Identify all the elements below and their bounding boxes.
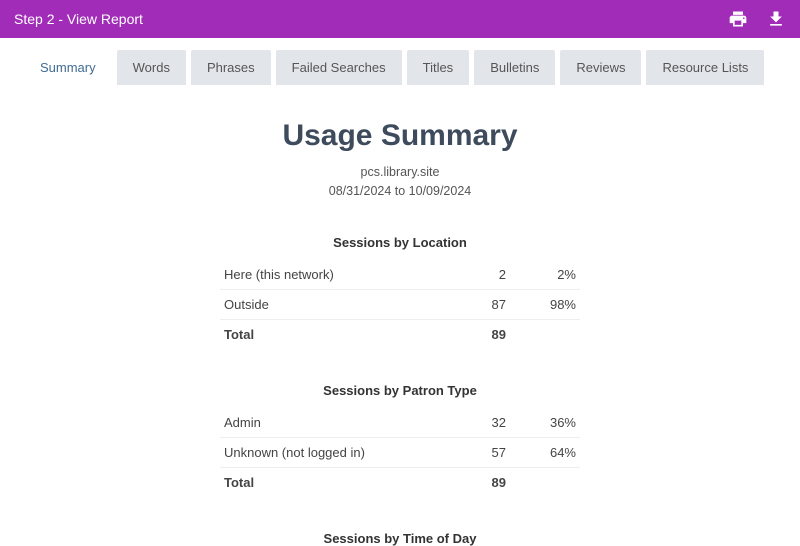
table-row: Unknown (not logged in) 57 64% — [220, 437, 580, 467]
section-title-patron: Sessions by Patron Type — [0, 383, 800, 398]
row-count: 87 — [440, 289, 510, 319]
tab-failed-searches[interactable]: Failed Searches — [276, 50, 402, 85]
tab-bar: Summary Words Phrases Failed Searches Ti… — [0, 38, 800, 85]
row-label: Outside — [220, 289, 440, 319]
section-title-location: Sessions by Location — [0, 235, 800, 250]
row-count: 57 — [440, 437, 510, 467]
tab-titles[interactable]: Titles — [407, 50, 470, 85]
tab-bulletins[interactable]: Bulletins — [474, 50, 555, 85]
row-label: Unknown (not logged in) — [220, 437, 440, 467]
header-title: Step 2 - View Report — [14, 11, 728, 27]
row-pct: 64% — [510, 437, 580, 467]
row-pct: 2% — [510, 260, 580, 290]
tab-phrases[interactable]: Phrases — [191, 50, 271, 85]
report-header: Step 2 - View Report — [0, 0, 800, 38]
row-count: 2 — [440, 260, 510, 290]
date-range: 08/31/2024 to 10/09/2024 — [0, 182, 800, 201]
tab-summary[interactable]: Summary — [24, 50, 112, 85]
total-count: 89 — [440, 319, 510, 349]
table-row: Here (this network) 2 2% — [220, 260, 580, 290]
page-title: Usage Summary — [0, 119, 800, 153]
row-count: 32 — [440, 408, 510, 438]
tab-words[interactable]: Words — [117, 50, 186, 85]
row-label: Admin — [220, 408, 440, 438]
header-actions — [728, 9, 786, 29]
table-row: Admin 32 36% — [220, 408, 580, 438]
site-name: pcs.library.site — [0, 163, 800, 182]
table-total-row: Total 89 — [220, 467, 580, 497]
total-pct — [510, 319, 580, 349]
print-icon[interactable] — [728, 9, 748, 29]
row-pct: 36% — [510, 408, 580, 438]
tab-reviews[interactable]: Reviews — [560, 50, 641, 85]
section-title-time: Sessions by Time of Day — [0, 531, 800, 546]
table-row: Outside 87 98% — [220, 289, 580, 319]
total-label: Total — [220, 467, 440, 497]
row-label: Here (this network) — [220, 260, 440, 290]
total-label: Total — [220, 319, 440, 349]
table-total-row: Total 89 — [220, 319, 580, 349]
tab-resource-lists[interactable]: Resource Lists — [646, 50, 764, 85]
sessions-by-location-table: Here (this network) 2 2% Outside 87 98% … — [220, 260, 580, 349]
download-icon[interactable] — [766, 9, 786, 29]
total-pct — [510, 467, 580, 497]
report-content: Usage Summary pcs.library.site 08/31/202… — [0, 85, 800, 546]
sessions-by-patron-table: Admin 32 36% Unknown (not logged in) 57 … — [220, 408, 580, 497]
total-count: 89 — [440, 467, 510, 497]
row-pct: 98% — [510, 289, 580, 319]
